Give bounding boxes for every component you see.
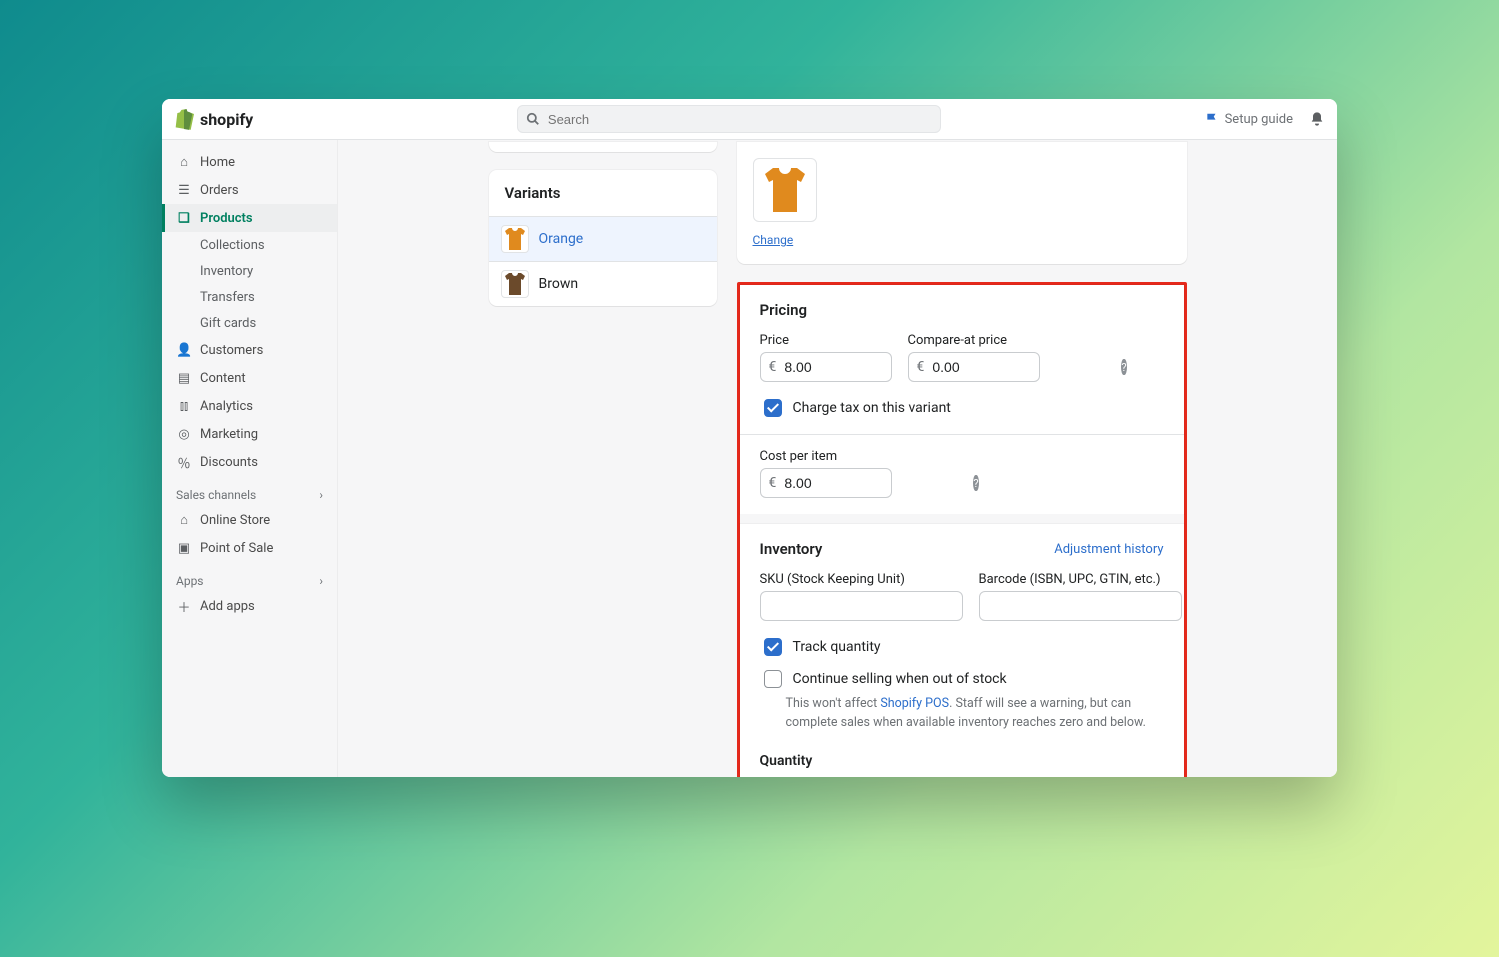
variant-orange[interactable]: Orange xyxy=(489,216,717,261)
adjustment-history-link[interactable]: Adjustment history xyxy=(1054,542,1163,557)
variant-thumb xyxy=(501,270,529,298)
analytics-icon: ⫾⫾ xyxy=(176,399,192,414)
chevron-right-icon: › xyxy=(319,574,323,588)
compare-label: Compare-at price xyxy=(908,333,1040,348)
highlighted-region: Pricing Price € xyxy=(737,282,1187,777)
price-label: Price xyxy=(760,333,892,348)
help-icon[interactable]: ? xyxy=(973,475,978,491)
variant-image-card: Change xyxy=(737,142,1187,264)
continue-selling-label: Continue selling when out of stock xyxy=(793,671,1007,687)
nav-inventory[interactable]: Inventory xyxy=(162,258,337,284)
barcode-label: Barcode (ISBN, UPC, GTIN, etc.) xyxy=(979,572,1182,587)
store-icon: ⌂ xyxy=(176,512,192,528)
content-area: Variants Orange Brown xyxy=(338,140,1337,777)
sales-channels-header[interactable]: Sales channels› xyxy=(162,476,337,506)
nav-collections[interactable]: Collections xyxy=(162,232,337,258)
shopify-pos-link[interactable]: Shopify POS xyxy=(880,696,949,711)
tag-icon: ❏ xyxy=(176,211,192,226)
variants-title: Variants xyxy=(489,170,717,216)
variant-thumb xyxy=(501,225,529,253)
nav-products[interactable]: ❏Products xyxy=(162,204,337,232)
help-icon[interactable]: ? xyxy=(1121,359,1126,375)
variant-brown[interactable]: Brown xyxy=(489,261,717,306)
price-input[interactable]: € xyxy=(760,352,892,382)
compare-input[interactable]: € ? xyxy=(908,352,1040,382)
track-quantity-checkbox[interactable] xyxy=(764,638,782,656)
cost-input[interactable]: € ? xyxy=(760,468,892,498)
tshirt-icon xyxy=(765,166,805,214)
add-apps-button[interactable]: ＋Add apps xyxy=(162,592,337,620)
pricing-title: Pricing xyxy=(760,301,1164,319)
sidebar: ⌂Home ☰Orders ❏Products Collections Inve… xyxy=(162,140,338,777)
charge-tax-checkbox[interactable] xyxy=(764,399,782,417)
tshirt-icon xyxy=(505,273,525,295)
inventory-card: Inventory Adjustment history SKU (Stock … xyxy=(740,524,1184,777)
barcode-field[interactable] xyxy=(988,597,1173,615)
nav-discounts[interactable]: ％Discounts xyxy=(162,448,337,476)
variant-image[interactable] xyxy=(753,158,817,222)
chevron-right-icon: › xyxy=(319,488,323,502)
variants-card: Variants Orange Brown xyxy=(489,170,717,306)
search-field[interactable] xyxy=(546,111,932,128)
logo-text: shopify xyxy=(200,110,253,129)
nav-pos[interactable]: ▣Point of Sale xyxy=(162,534,337,562)
orders-icon: ☰ xyxy=(176,183,192,198)
continue-selling-note: This won't affect Shopify POS. Staff wil… xyxy=(786,695,1164,733)
compare-field[interactable] xyxy=(930,358,1115,376)
nav-content[interactable]: ▤Content xyxy=(162,364,337,392)
marketing-icon: ◎ xyxy=(176,427,192,442)
nav-orders[interactable]: ☰Orders xyxy=(162,176,337,204)
track-quantity-label: Track quantity xyxy=(793,639,881,655)
continue-selling-checkbox[interactable] xyxy=(764,670,782,688)
topbar: shopify Setup guide xyxy=(162,99,1337,140)
tshirt-icon xyxy=(505,228,525,250)
shopify-bag-icon xyxy=(174,108,194,130)
content-icon: ▤ xyxy=(176,371,192,386)
quantity-title: Quantity xyxy=(760,753,1164,769)
nav-customers[interactable]: 👤Customers xyxy=(162,336,337,364)
home-icon: ⌂ xyxy=(176,154,192,170)
setup-guide-button[interactable]: Setup guide xyxy=(1205,112,1293,127)
nav-online-store[interactable]: ⌂Online Store xyxy=(162,506,337,534)
bell-icon[interactable] xyxy=(1309,111,1325,127)
pos-icon: ▣ xyxy=(176,541,192,556)
barcode-input[interactable] xyxy=(979,591,1182,621)
nav-home[interactable]: ⌂Home xyxy=(162,148,337,176)
person-icon: 👤 xyxy=(176,343,192,358)
cost-label: Cost per item xyxy=(760,449,892,464)
search-icon xyxy=(526,112,540,126)
nav-marketing[interactable]: ◎Marketing xyxy=(162,420,337,448)
nav-analytics[interactable]: ⫾⫾Analytics xyxy=(162,392,337,420)
logo[interactable]: shopify xyxy=(174,108,253,130)
charge-tax-label: Charge tax on this variant xyxy=(793,400,951,416)
flag-icon xyxy=(1205,112,1219,126)
plus-icon: ＋ xyxy=(176,597,192,616)
cost-field[interactable] xyxy=(782,474,967,492)
card-stub xyxy=(489,142,717,152)
nav-transfers[interactable]: Transfers xyxy=(162,284,337,310)
apps-header[interactable]: Apps› xyxy=(162,562,337,592)
app-window: shopify Setup guide ⌂Home ☰Orders ❏Produ… xyxy=(162,99,1337,777)
discounts-icon: ％ xyxy=(176,453,192,472)
sku-label: SKU (Stock Keeping Unit) xyxy=(760,572,963,587)
sku-input[interactable] xyxy=(760,591,963,621)
nav-gift-cards[interactable]: Gift cards xyxy=(162,310,337,336)
sku-field[interactable] xyxy=(769,597,954,615)
search-input[interactable] xyxy=(517,105,941,133)
pricing-card: Pricing Price € xyxy=(740,285,1184,514)
change-image-link[interactable]: Change xyxy=(753,233,794,247)
inventory-title: Inventory xyxy=(760,540,823,558)
